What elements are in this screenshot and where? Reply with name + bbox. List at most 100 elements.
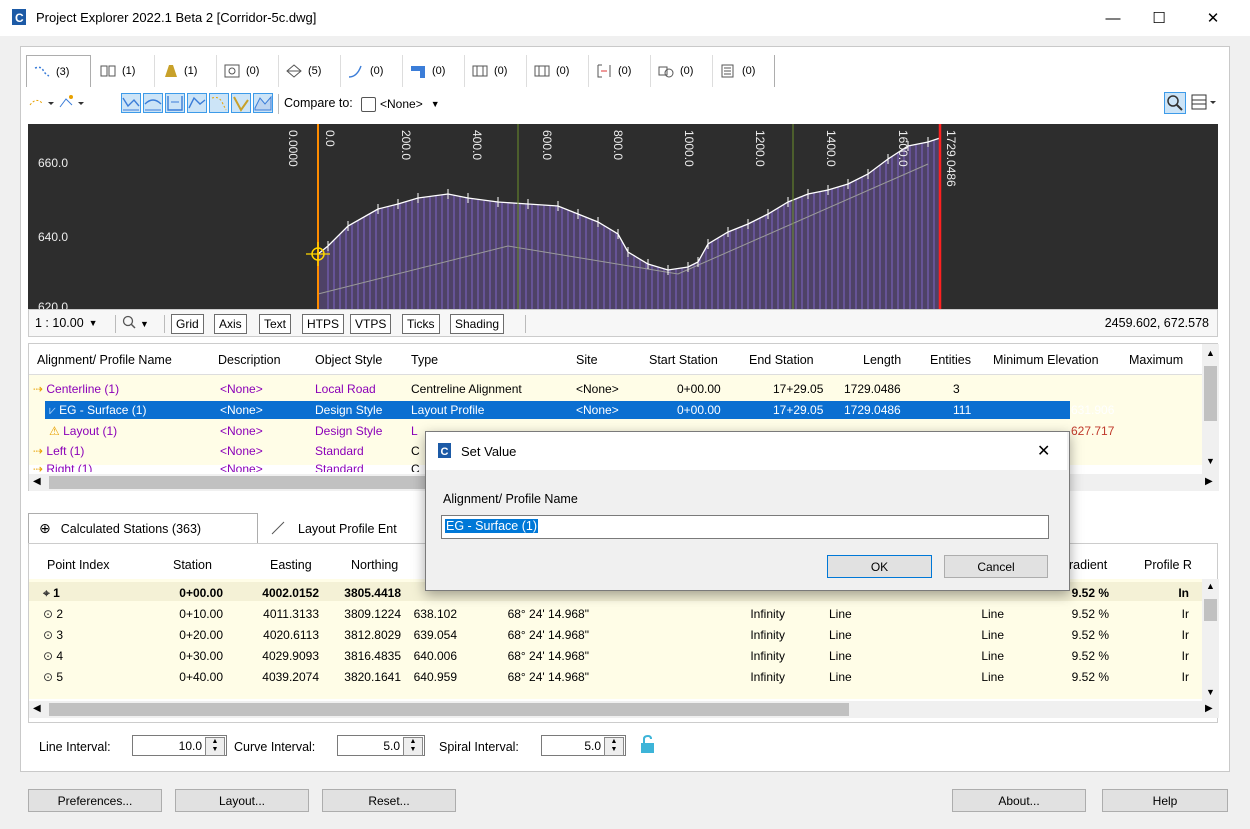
curve-interval-input[interactable]: 5.0 ▲ ▼ (337, 735, 425, 756)
tab-sample-lines[interactable]: (0) (589, 55, 651, 87)
spinner-icon[interactable]: ▲ ▼ (403, 737, 423, 756)
ticks-toggle-button[interactable]: Ticks (402, 314, 440, 334)
shading-toggle-button[interactable]: Shading (450, 314, 505, 334)
profile-view-5-icon[interactable] (209, 93, 229, 113)
scroll-down-icon[interactable]: ▼ (1206, 687, 1215, 697)
layout-menu-icon[interactable] (1190, 92, 1218, 114)
zoom-dropdown[interactable]: ▼ (121, 314, 149, 333)
tab-calculated-stations[interactable]: ⊕ Calculated Stations (363) (28, 513, 258, 543)
scroll-right-icon[interactable]: ▶ (1205, 476, 1213, 487)
col-header[interactable]: Length (863, 353, 901, 367)
minimize-button[interactable]: — (1090, 0, 1136, 36)
spinner-icon[interactable]: ▲ ▼ (205, 737, 225, 756)
profile-view-6-icon[interactable] (231, 93, 251, 113)
line-interval-input[interactable]: 10.0 ▲ ▼ (132, 735, 227, 756)
scroll-left-icon[interactable]: ◀ (33, 703, 41, 714)
scroll-right-icon[interactable]: ▶ (1205, 703, 1213, 714)
text-toggle-button[interactable]: Text (259, 314, 292, 334)
tab-points[interactable]: (0) (713, 55, 775, 87)
row-bearing: 68° 24' 14.968" (507, 628, 589, 642)
scale-dropdown[interactable]: 1 : 10.00 ▼ (35, 316, 98, 330)
scroll-thumb[interactable] (1204, 599, 1217, 621)
tab-feature-lines[interactable]: (0) (341, 55, 403, 87)
warning-icon: ⚠ (49, 424, 64, 438)
axis-toggle-button[interactable]: Axis (214, 314, 247, 334)
name-input[interactable]: EG - Surface (1) (441, 515, 1049, 539)
compare-to-dropdown[interactable]: <None> ▼ (361, 95, 471, 113)
col-header[interactable]: Site (576, 353, 598, 367)
col-header[interactable]: Minimum Elevation (993, 353, 1099, 367)
col-header[interactable]: Point Index (47, 558, 110, 572)
table-row[interactable]: ⊙ 4 0+30.00 4029.9093 3816.4835 640.006 68° 2… (29, 647, 1202, 666)
col-header[interactable]: Station (173, 558, 212, 572)
scroll-down-icon[interactable]: ▼ (1206, 456, 1215, 466)
profile-view-2-icon[interactable] (143, 93, 163, 113)
tab-surfaces[interactable]: (5) (279, 55, 341, 87)
vertical-scrollbar[interactable]: ▲ ▼ (1202, 579, 1219, 701)
row-northing: 3812.8029 (344, 628, 401, 642)
profile-view[interactable]: 660.0 640.0 620.0 0.0000 0.0 200.0 400.0… (28, 124, 1218, 309)
horizontal-scrollbar[interactable]: ◀ ▶ (29, 701, 1219, 718)
reset-button[interactable]: Reset... (322, 789, 456, 812)
vtps-toggle-button[interactable]: VTPS (350, 314, 392, 334)
ok-button[interactable]: OK (827, 555, 932, 578)
table-row[interactable]: ⊙ 3 0+20.00 4020.6113 3812.8029 639.054 68° 2… (29, 626, 1202, 645)
col-header[interactable]: Maximum (1129, 353, 1183, 367)
profile-view-4-icon[interactable] (187, 93, 207, 113)
list-item[interactable]: ⇢ Right (1) (33, 462, 92, 472)
tab-parts[interactable]: (0) (527, 55, 589, 87)
profile-view-1-icon[interactable] (121, 93, 141, 113)
zoom-icon[interactable] (1164, 92, 1186, 114)
col-header[interactable]: Description (218, 353, 281, 367)
col-header[interactable]: Profile R (1144, 558, 1192, 572)
col-header[interactable]: Type (411, 353, 438, 367)
scroll-up-icon[interactable]: ▲ (1206, 581, 1215, 591)
close-button[interactable]: ✕ (1190, 0, 1236, 36)
col-header[interactable]: End Station (749, 353, 814, 367)
vertical-scrollbar[interactable]: ▲ ▼ (1202, 344, 1219, 474)
table-row[interactable]: ⊙ 5 0+40.00 4039.2074 3820.1641 640.959 68° 2… (29, 668, 1202, 687)
profile-view-3-icon[interactable] (165, 93, 185, 113)
help-button[interactable]: Help (1102, 789, 1228, 812)
tab-count: (0) (618, 65, 632, 77)
list-item[interactable]: ⇢ Centerline (1) (33, 382, 119, 396)
preferences-button[interactable]: Preferences... (28, 789, 162, 812)
new-alignment-dropdown[interactable] (28, 93, 56, 113)
col-header[interactable]: Easting (270, 558, 312, 572)
grid-toggle-button[interactable]: Grid (171, 314, 204, 334)
list-item[interactable]: ⩗ EG - Surface (1) (49, 403, 146, 418)
scroll-left-icon[interactable]: ◀ (33, 476, 41, 487)
htps-toggle-button[interactable]: HTPS (302, 314, 345, 334)
row-prof: Ir (1181, 670, 1189, 684)
tab-pipe-networks[interactable]: (0) (403, 55, 465, 87)
scroll-thumb[interactable] (1204, 366, 1217, 421)
table-row[interactable]: ⊙ 2 0+10.00 4011.3133 3809.1224 638.102 68° 2… (29, 605, 1202, 624)
col-header[interactable]: Alignment/ Profile Name (37, 353, 172, 367)
spiral-interval-input[interactable]: 5.0 ▲ ▼ (541, 735, 626, 756)
col-header[interactable]: Entities (930, 353, 971, 367)
list-item[interactable]: ⇢ Left (1) (33, 444, 84, 458)
about-button[interactable]: About... (952, 789, 1086, 812)
spinner-icon[interactable]: ▲ ▼ (604, 737, 624, 756)
tab-layout-profile-entities[interactable]: Layout Profile Ent (260, 515, 440, 543)
tab-assemblies[interactable]: (0) (217, 55, 279, 87)
tab-corridors[interactable]: (1) (155, 55, 217, 87)
maximize-button[interactable]: ☐ (1136, 0, 1182, 36)
layout-button[interactable]: Layout... (175, 789, 309, 812)
tab-alignments[interactable]: (3) (26, 55, 91, 87)
col-header[interactable]: Start Station (649, 353, 718, 367)
tab-sites[interactable]: (1) (93, 55, 155, 87)
scroll-up-icon[interactable]: ▲ (1206, 348, 1215, 358)
tab-pressure-networks[interactable]: (0) (465, 55, 527, 87)
profile-view-7-icon[interactable] (253, 93, 273, 113)
scroll-thumb[interactable] (49, 703, 849, 716)
list-item[interactable]: ⚠ Layout (1) (49, 424, 117, 438)
col-header[interactable]: Object Style (315, 353, 382, 367)
new-profile-dropdown[interactable] (58, 93, 86, 113)
close-icon[interactable]: ✕ (1037, 441, 1050, 461)
tab-parcels[interactable]: (0) (651, 55, 713, 87)
col-header[interactable]: Northing (351, 558, 398, 572)
col-header[interactable]: radient (1069, 558, 1107, 572)
unlock-icon[interactable] (636, 734, 658, 755)
cancel-button[interactable]: Cancel (944, 555, 1048, 578)
